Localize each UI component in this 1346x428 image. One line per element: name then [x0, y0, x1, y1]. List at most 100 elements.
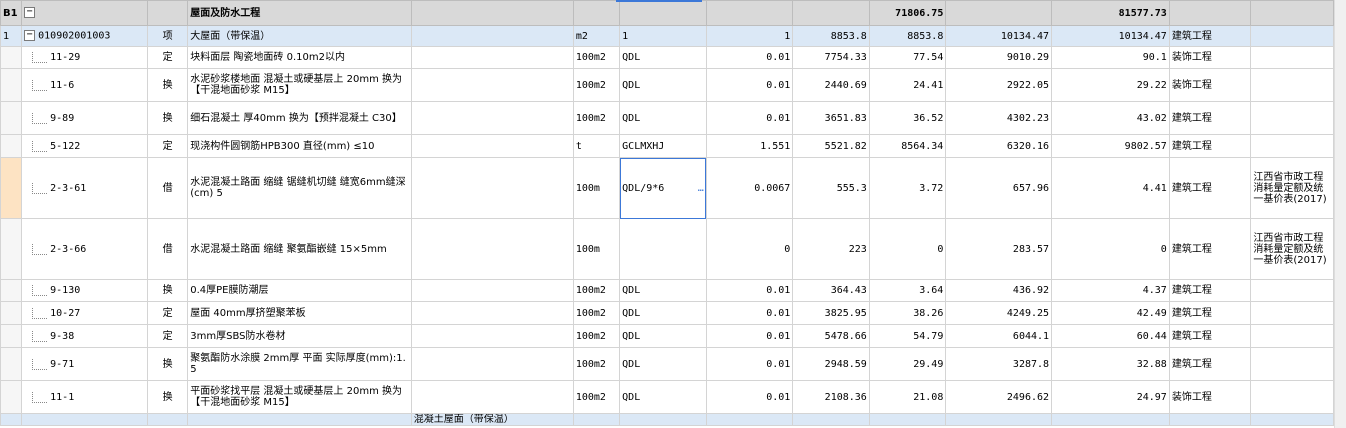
quota-unit[interactable]: 100m2 — [572, 279, 621, 302]
item-row[interactable]: 1 −010902001003 项 大屋面（带保温） m2 1 1 8853.8… — [0, 25, 1334, 47]
quota-category[interactable]: 建筑工程 — [1168, 101, 1252, 135]
quota-qty-expr[interactable]: QDL — [619, 46, 707, 69]
group-expander-cell[interactable]: − — [21, 0, 148, 26]
quota-category[interactable]: 建筑工程 — [1168, 157, 1252, 219]
item-code-cell[interactable]: −010902001003 — [21, 25, 148, 47]
item-price: 8853.8 — [792, 25, 870, 47]
quota-price: 2108.36 — [792, 380, 870, 414]
collapse-icon[interactable]: − — [24, 30, 36, 42]
group-row[interactable]: B1 − 屋面及防水工程 71806.75 81577.73 — [0, 0, 1334, 26]
quota-unit[interactable]: 100m2 — [572, 46, 621, 69]
quota-category[interactable]: 建筑工程 — [1168, 301, 1252, 325]
quota-amount: 3.64 — [868, 279, 947, 302]
quota-unit[interactable]: 100m2 — [572, 68, 621, 102]
table-row[interactable]: 9-89 换 细石混凝土 厚40mm 换为【预拌混凝土 C30】 100m2 Q… — [0, 101, 1334, 135]
table-row[interactable]: 9-71 换 聚氨酯防水涂膜 2mm厚 平面 实际厚度(mm):1.5 100m… — [0, 347, 1334, 381]
quota-unit[interactable]: 100m2 — [572, 380, 621, 414]
item-name[interactable]: 大屋面（带保温） — [187, 25, 412, 47]
table-row[interactable]: 9-38 定 3mm厚SBS防水卷材 100m2 QDL 0.01 5478.6… — [0, 324, 1334, 348]
quota-price-2: 6044.1 — [945, 324, 1053, 348]
quota-type: 借 — [146, 157, 189, 219]
quota-name[interactable]: 细石混凝土 厚40mm 换为【预拌混凝土 C30】 — [187, 101, 412, 135]
table-row[interactable]: 11-29 定 块料面层 陶瓷地面砖 0.10m2以内 100m2 QDL 0.… — [0, 46, 1334, 69]
group-name[interactable]: 屋面及防水工程 — [187, 0, 412, 26]
quota-type: 换 — [146, 279, 189, 302]
quota-qty-expr[interactable]: GCLMXHJ — [619, 134, 707, 158]
quota-category[interactable]: 装饰工程 — [1168, 46, 1252, 69]
quota-unit[interactable]: 100m — [572, 157, 621, 219]
quota-qty[interactable]: 0.01 — [705, 279, 794, 302]
quota-name[interactable]: 平面砂浆找平层 混凝土或硬基层上 20mm 换为【干混地面砂浆 M15】 — [187, 380, 412, 414]
quota-qty-expr[interactable]: QDL — [619, 279, 707, 302]
table-row[interactable]: 10-27 定 屋面 40mm厚挤塑聚苯板 100m2 QDL 0.01 382… — [0, 301, 1334, 325]
quota-qty-expr[interactable]: QDL — [619, 68, 707, 102]
group-total-2: 81577.73 — [1051, 0, 1170, 26]
quota-name[interactable]: 聚氨酯防水涂膜 2mm厚 平面 实际厚度(mm):1.5 — [187, 347, 412, 381]
item-category[interactable]: 建筑工程 — [1168, 25, 1252, 47]
item-qty[interactable]: 1 — [705, 25, 794, 47]
quota-unit[interactable]: 100m2 — [572, 101, 621, 135]
quota-qty-expr[interactable]: QDL — [619, 301, 707, 325]
quota-category[interactable]: 建筑工程 — [1168, 347, 1252, 381]
row-number: 1 — [0, 25, 23, 47]
quota-unit[interactable]: 100m2 — [572, 347, 621, 381]
quota-qty[interactable]: 0.01 — [705, 101, 794, 135]
table-row[interactable]: 2-3-66 借 水泥混凝土路面 缩缝 聚氨酯嵌缝 15×5mm 100m 0 … — [0, 218, 1334, 280]
quota-note — [1250, 380, 1334, 414]
quota-qty-expr[interactable] — [619, 218, 707, 280]
collapse-icon[interactable]: − — [24, 7, 36, 19]
item-amount-2: 10134.47 — [1051, 25, 1170, 47]
quota-name[interactable]: 水泥砂浆楼地面 混凝土或硬基层上 20mm 换为【干混地面砂浆 M15】 — [187, 68, 412, 102]
quota-note — [1250, 46, 1334, 69]
quota-qty[interactable]: 0.01 — [705, 68, 794, 102]
table-row[interactable]: 2-3-61 借 水泥混凝土路面 缩缝 锯缝机切缝 缝宽6mm缝深(cm) 5 … — [0, 157, 1334, 219]
item-unit[interactable]: m2 — [572, 25, 621, 47]
quota-category[interactable]: 建筑工程 — [1168, 134, 1252, 158]
quota-qty[interactable]: 0.01 — [705, 46, 794, 69]
more-options-icon[interactable]: … — [698, 183, 704, 194]
quota-qty-expr[interactable]: QDL — [619, 347, 707, 381]
quota-amount-2: 4.37 — [1051, 279, 1170, 302]
quota-qty[interactable]: 0.01 — [705, 347, 794, 381]
quota-qty[interactable]: 0 — [705, 218, 794, 280]
quota-unit[interactable]: 100m2 — [572, 301, 621, 325]
quota-name[interactable]: 0.4厚PE膜防潮层 — [187, 279, 412, 302]
quota-qty[interactable]: 0.0067 — [705, 157, 794, 219]
quota-unit[interactable]: 100m2 — [572, 324, 621, 348]
quota-qty-expr[interactable]: QDL — [619, 380, 707, 414]
quota-name[interactable]: 块料面层 陶瓷地面砖 0.10m2以内 — [187, 46, 412, 69]
quota-unit[interactable]: t — [572, 134, 621, 158]
quota-name[interactable]: 屋面 40mm厚挤塑聚苯板 — [187, 301, 412, 325]
table-row[interactable]: 11-6 换 水泥砂浆楼地面 混凝土或硬基层上 20mm 换为【干混地面砂浆 M… — [0, 68, 1334, 102]
item-qty-expr[interactable]: 1 — [619, 25, 707, 47]
partial-row[interactable]: 混凝土屋面（带保温） — [0, 413, 1334, 426]
quota-price: 2948.59 — [792, 347, 870, 381]
quota-qty[interactable]: 1.551 — [705, 134, 794, 158]
quota-name[interactable]: 现浇构件圆钢筋HPB300 直径(mm) ≤10 — [187, 134, 412, 158]
quota-name[interactable]: 水泥混凝土路面 缩缝 锯缝机切缝 缝宽6mm缝深(cm) 5 — [187, 157, 412, 219]
quota-price: 5478.66 — [792, 324, 870, 348]
quota-qty[interactable]: 0.01 — [705, 301, 794, 325]
table-row[interactable]: 11-1 换 平面砂浆找平层 混凝土或硬基层上 20mm 换为【干混地面砂浆 M… — [0, 380, 1334, 414]
table-row[interactable]: 9-130 换 0.4厚PE膜防潮层 100m2 QDL 0.01 364.43… — [0, 279, 1334, 302]
quota-name[interactable]: 3mm厚SBS防水卷材 — [187, 324, 412, 348]
table-row[interactable]: 5-122 定 现浇构件圆钢筋HPB300 直径(mm) ≤10 t GCLMX… — [0, 134, 1334, 158]
quota-category[interactable]: 装饰工程 — [1168, 380, 1252, 414]
quota-unit[interactable]: 100m — [572, 218, 621, 280]
quota-qty[interactable]: 0.01 — [705, 380, 794, 414]
row-selector[interactable] — [0, 157, 23, 219]
quota-name[interactable]: 水泥混凝土路面 缩缝 聚氨酯嵌缝 15×5mm — [187, 218, 412, 280]
group-total-1: 71806.75 — [868, 0, 947, 26]
quota-qty-expr[interactable]: QDL — [619, 324, 707, 348]
quota-category[interactable]: 建筑工程 — [1168, 279, 1252, 302]
quota-qty-expr-cell[interactable]: QDL/9*6 … — [619, 157, 707, 219]
quota-qty-expr[interactable]: QDL — [619, 101, 707, 135]
quota-price-2: 4249.25 — [945, 301, 1053, 325]
quota-category[interactable]: 建筑工程 — [1168, 324, 1252, 348]
quota-qty[interactable]: 0.01 — [705, 324, 794, 348]
quota-qty-expr[interactable]: QDL/9*6 — [622, 183, 664, 194]
quota-category[interactable]: 装饰工程 — [1168, 68, 1252, 102]
vertical-scrollbar[interactable] — [1334, 0, 1346, 428]
partial-row-name[interactable]: 混凝土屋面（带保温） — [410, 413, 574, 426]
quota-category[interactable]: 建筑工程 — [1168, 218, 1252, 280]
